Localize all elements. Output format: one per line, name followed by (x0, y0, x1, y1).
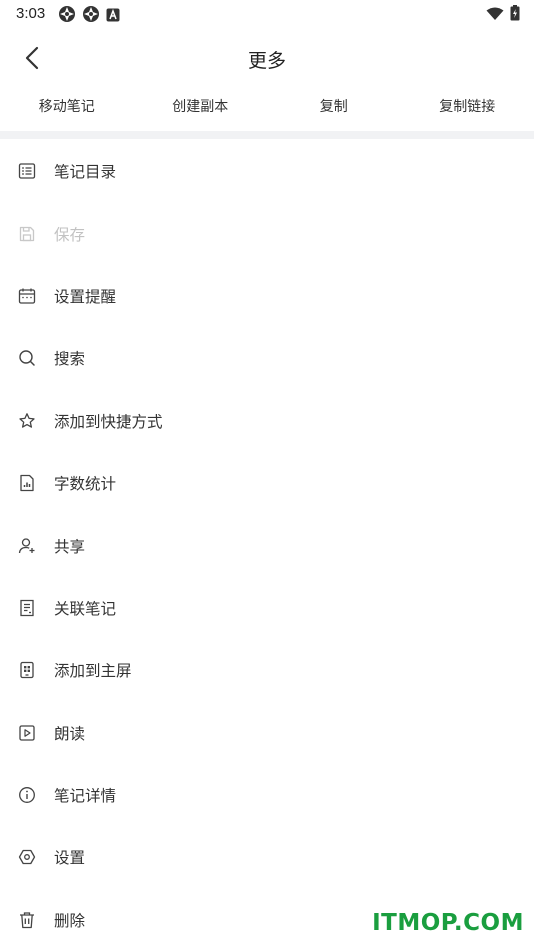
menu-item-note-toc[interactable]: 笔记目录 (0, 140, 534, 202)
menu-label: 朗读 (54, 722, 85, 744)
menu-label: 保存 (54, 223, 85, 245)
more-menu-list: 笔记目录 保存 设置提醒 搜索 添加到快捷方式 字数统计 共享 (0, 140, 534, 951)
trash-icon (18, 911, 36, 929)
status-notification-icons (58, 5, 120, 27)
menu-label: 字数统计 (54, 472, 116, 494)
menu-label: 添加到快捷方式 (54, 410, 163, 432)
menu-label: 删除 (54, 909, 85, 931)
document-chart-icon (18, 474, 36, 492)
menu-item-share[interactable]: 共享 (0, 514, 534, 576)
menu-label: 笔记目录 (54, 160, 116, 182)
menu-item-read-aloud[interactable]: 朗读 (0, 702, 534, 764)
star-icon (18, 412, 36, 430)
menu-item-set-reminder[interactable]: 设置提醒 (0, 265, 534, 327)
calendar-icon (18, 287, 36, 305)
copy-button[interactable]: 复制 (267, 94, 401, 122)
status-system-icons (486, 5, 520, 25)
move-note-button[interactable]: 移动笔记 (0, 94, 134, 122)
home-screen-icon (18, 661, 36, 679)
share-user-icon (18, 537, 36, 555)
menu-label: 共享 (54, 535, 85, 557)
menu-item-add-shortcut[interactable]: 添加到快捷方式 (0, 390, 534, 452)
menu-item-add-to-home[interactable]: 添加到主屏 (0, 639, 534, 701)
menu-label: 搜索 (54, 347, 85, 369)
app-notification-icon (82, 5, 100, 27)
menu-label: 笔记详情 (54, 784, 116, 806)
info-icon (18, 786, 36, 804)
section-divider (0, 131, 534, 139)
battery-charging-icon (510, 5, 520, 25)
create-copy-button[interactable]: 创建副本 (134, 94, 268, 122)
menu-item-word-count[interactable]: 字数统计 (0, 452, 534, 514)
menu-item-note-details[interactable]: 笔记详情 (0, 764, 534, 826)
menu-item-linked-notes[interactable]: 关联笔记 (0, 577, 534, 639)
menu-item-settings[interactable]: 设置 (0, 826, 534, 888)
menu-label: 添加到主屏 (54, 659, 132, 681)
save-icon (18, 225, 36, 243)
status-bar: 3:03 (0, 0, 534, 28)
menu-label: 设置提醒 (54, 285, 116, 307)
settings-icon (18, 848, 36, 866)
status-time: 3:03 (16, 5, 45, 22)
play-icon (18, 724, 36, 742)
watermark-logo: ITMOP.COM (372, 910, 524, 936)
wifi-icon (486, 6, 504, 25)
header: 更多 (0, 36, 534, 82)
menu-label: 关联笔记 (54, 597, 116, 619)
page-title: 更多 (0, 46, 534, 73)
search-icon (18, 349, 36, 367)
app-notification-icon (58, 5, 76, 27)
copy-link-button[interactable]: 复制链接 (401, 94, 534, 122)
menu-item-save[interactable]: 保存 (0, 202, 534, 264)
menu-item-search[interactable]: 搜索 (0, 327, 534, 389)
linked-note-icon (18, 599, 36, 617)
keyboard-a-icon (106, 7, 120, 26)
action-row: 移动笔记 创建副本 复制 复制链接 (0, 94, 534, 122)
list-outline-icon (18, 162, 36, 180)
menu-label: 设置 (54, 846, 85, 868)
